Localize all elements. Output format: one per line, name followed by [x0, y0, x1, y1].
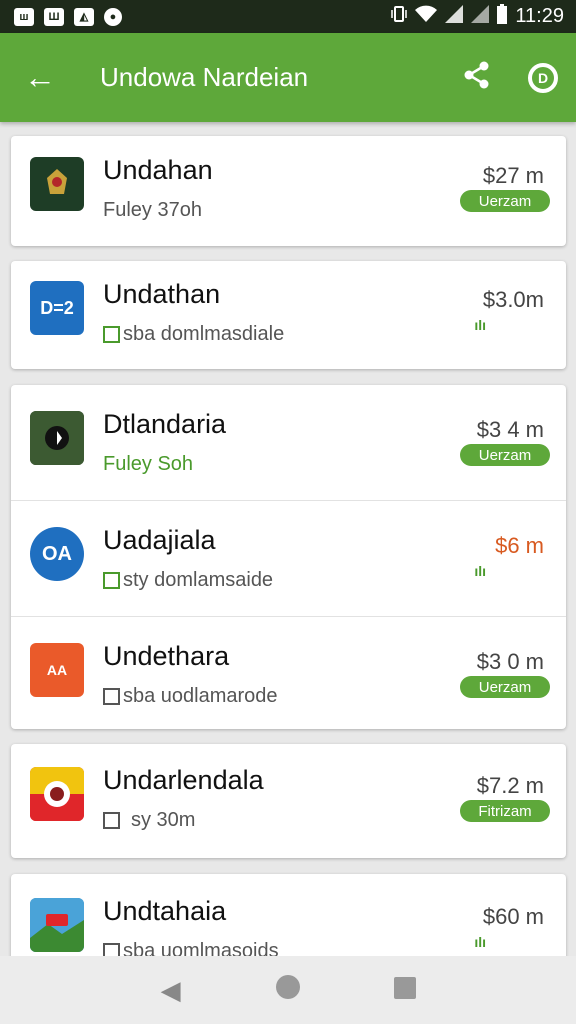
item-subtitle-text: sty domlamsaide — [123, 569, 274, 591]
item-subtitle: sba domlmasdiale — [103, 323, 284, 346]
status-left-icons: ш Ш ◭ ● — [14, 7, 122, 26]
item-title: Undethara — [103, 641, 230, 671]
notification-icon: ш — [14, 7, 34, 26]
list-card: Undahan Fuley 37oh $27 m Uerzam — [11, 136, 566, 246]
checkbox-icon — [103, 688, 120, 705]
system-nav-bar: ◀ — [0, 956, 576, 1024]
list-item[interactable]: Undtahaia sba uomlmasoids $60 m ılı — [11, 872, 566, 956]
list-item[interactable]: Dtlandaria Fuley Soh $3 4 m Uerzam — [11, 385, 566, 501]
page-title: Undowa Nardeian — [100, 62, 309, 92]
nav-back-icon[interactable]: ◀ — [151, 975, 191, 1006]
item-subtitle: Fuley Soh — [103, 453, 194, 475]
list-item[interactable]: D=2 Undathan sba domlmasdiale $3.0m ılı — [11, 255, 566, 371]
app-bar: ← Undowa Nardeian D — [0, 33, 576, 122]
status-badge[interactable]: Uerzam — [460, 444, 550, 466]
item-subtitle-text: sba uomlmasoids — [123, 940, 279, 956]
item-subtitle: sty domlamsaide — [103, 569, 273, 592]
status-badge[interactable]: Fitrizam — [460, 800, 550, 822]
gallery-icon: Ш — [44, 7, 64, 26]
checkbox-icon — [103, 572, 120, 589]
item-title: Undtahaia — [103, 896, 227, 926]
item-subtitle: sba uodlamarode — [103, 685, 278, 708]
item-price: $60 m — [482, 904, 544, 929]
d-icon: D=2 — [30, 281, 84, 335]
battery-icon — [497, 4, 508, 29]
app-icon: ◭ — [74, 7, 94, 26]
bar-chart-icon: ılı — [474, 934, 486, 950]
nav-recents-icon[interactable] — [385, 975, 425, 1006]
status-time: 11:29 — [515, 5, 564, 27]
signal-icon — [471, 5, 490, 28]
list-item[interactable]: OA Uadajiala sty domlamsaide $6 m ılı — [11, 501, 566, 617]
item-price: $3 4 m — [476, 417, 544, 442]
signal-icon — [445, 5, 464, 28]
status-badge[interactable]: Uerzam — [460, 676, 550, 698]
power-icon: D — [528, 62, 558, 93]
list-card: Undtahaia sba uomlmasoids $60 m ılı — [11, 874, 566, 956]
power-button[interactable]: D — [510, 62, 576, 93]
circle-icon: ● — [104, 7, 122, 26]
list-item[interactable]: Undahan Fuley 37oh $27 m Uerzam — [11, 131, 566, 247]
item-subtitle-text: sba domlmasdiale — [123, 323, 285, 345]
item-price: $7.2 m — [476, 773, 544, 798]
status-badge[interactable]: Uerzam — [460, 190, 550, 212]
item-price: $27 m — [482, 163, 544, 188]
list-item[interactable]: AA Undethara sba uodlamarode $3 0 m Uerz… — [11, 617, 566, 733]
item-title: Undathan — [103, 279, 221, 309]
item-price: $6 m — [495, 533, 544, 558]
item-price: $3 0 m — [476, 649, 544, 674]
photo-icon — [30, 898, 84, 952]
mascot-icon — [30, 767, 84, 821]
vibrate-icon — [391, 5, 408, 28]
checkbox-icon — [103, 812, 120, 829]
warning-icon: AA — [30, 643, 84, 697]
emblem-icon — [30, 157, 84, 211]
item-subtitle: sba uomlmasoids — [103, 940, 279, 956]
list-card: Undarlendala sy 30m $7.2 m Fitrizam — [11, 744, 566, 858]
item-subtitle: sy 30m — [103, 809, 195, 832]
bar-chart-icon: ılı — [474, 317, 486, 333]
list-card: Dtlandaria Fuley Soh $3 4 m Uerzam OA Ua… — [11, 385, 566, 729]
status-bar: ш Ш ◭ ● 11:29 — [0, 0, 576, 33]
checkbox-icon — [103, 943, 120, 956]
back-arrow-icon[interactable]: ← — [0, 59, 80, 96]
item-price: $3.0m — [482, 287, 544, 312]
status-right-icons: 11:29 — [391, 4, 564, 29]
bar-chart-icon: ılı — [474, 563, 486, 579]
list-card: D=2 Undathan sba domlmasdiale $3.0m ılı — [11, 261, 566, 369]
item-title: Dtlandaria — [103, 409, 227, 439]
item-title: Uadajiala — [103, 525, 216, 555]
wifi-icon — [415, 5, 438, 28]
app-list: Undahan Fuley 37oh $27 m Uerzam D=2 Unda… — [0, 122, 576, 956]
item-subtitle: Fuley 37oh — [103, 199, 202, 221]
item-title: Undahan — [103, 155, 213, 185]
list-item[interactable]: Undarlendala sy 30m $7.2 m Fitrizam — [11, 741, 566, 857]
checkbox-icon — [103, 326, 120, 343]
item-subtitle-text: sy 30m — [131, 809, 196, 831]
oa-icon: OA — [30, 527, 84, 581]
share-icon[interactable] — [444, 60, 510, 95]
item-title: Undarlendala — [103, 765, 264, 795]
item-subtitle-text: sba uodlamarode — [123, 685, 278, 707]
landscape-icon — [30, 411, 84, 465]
nav-home-icon[interactable] — [268, 974, 308, 1006]
